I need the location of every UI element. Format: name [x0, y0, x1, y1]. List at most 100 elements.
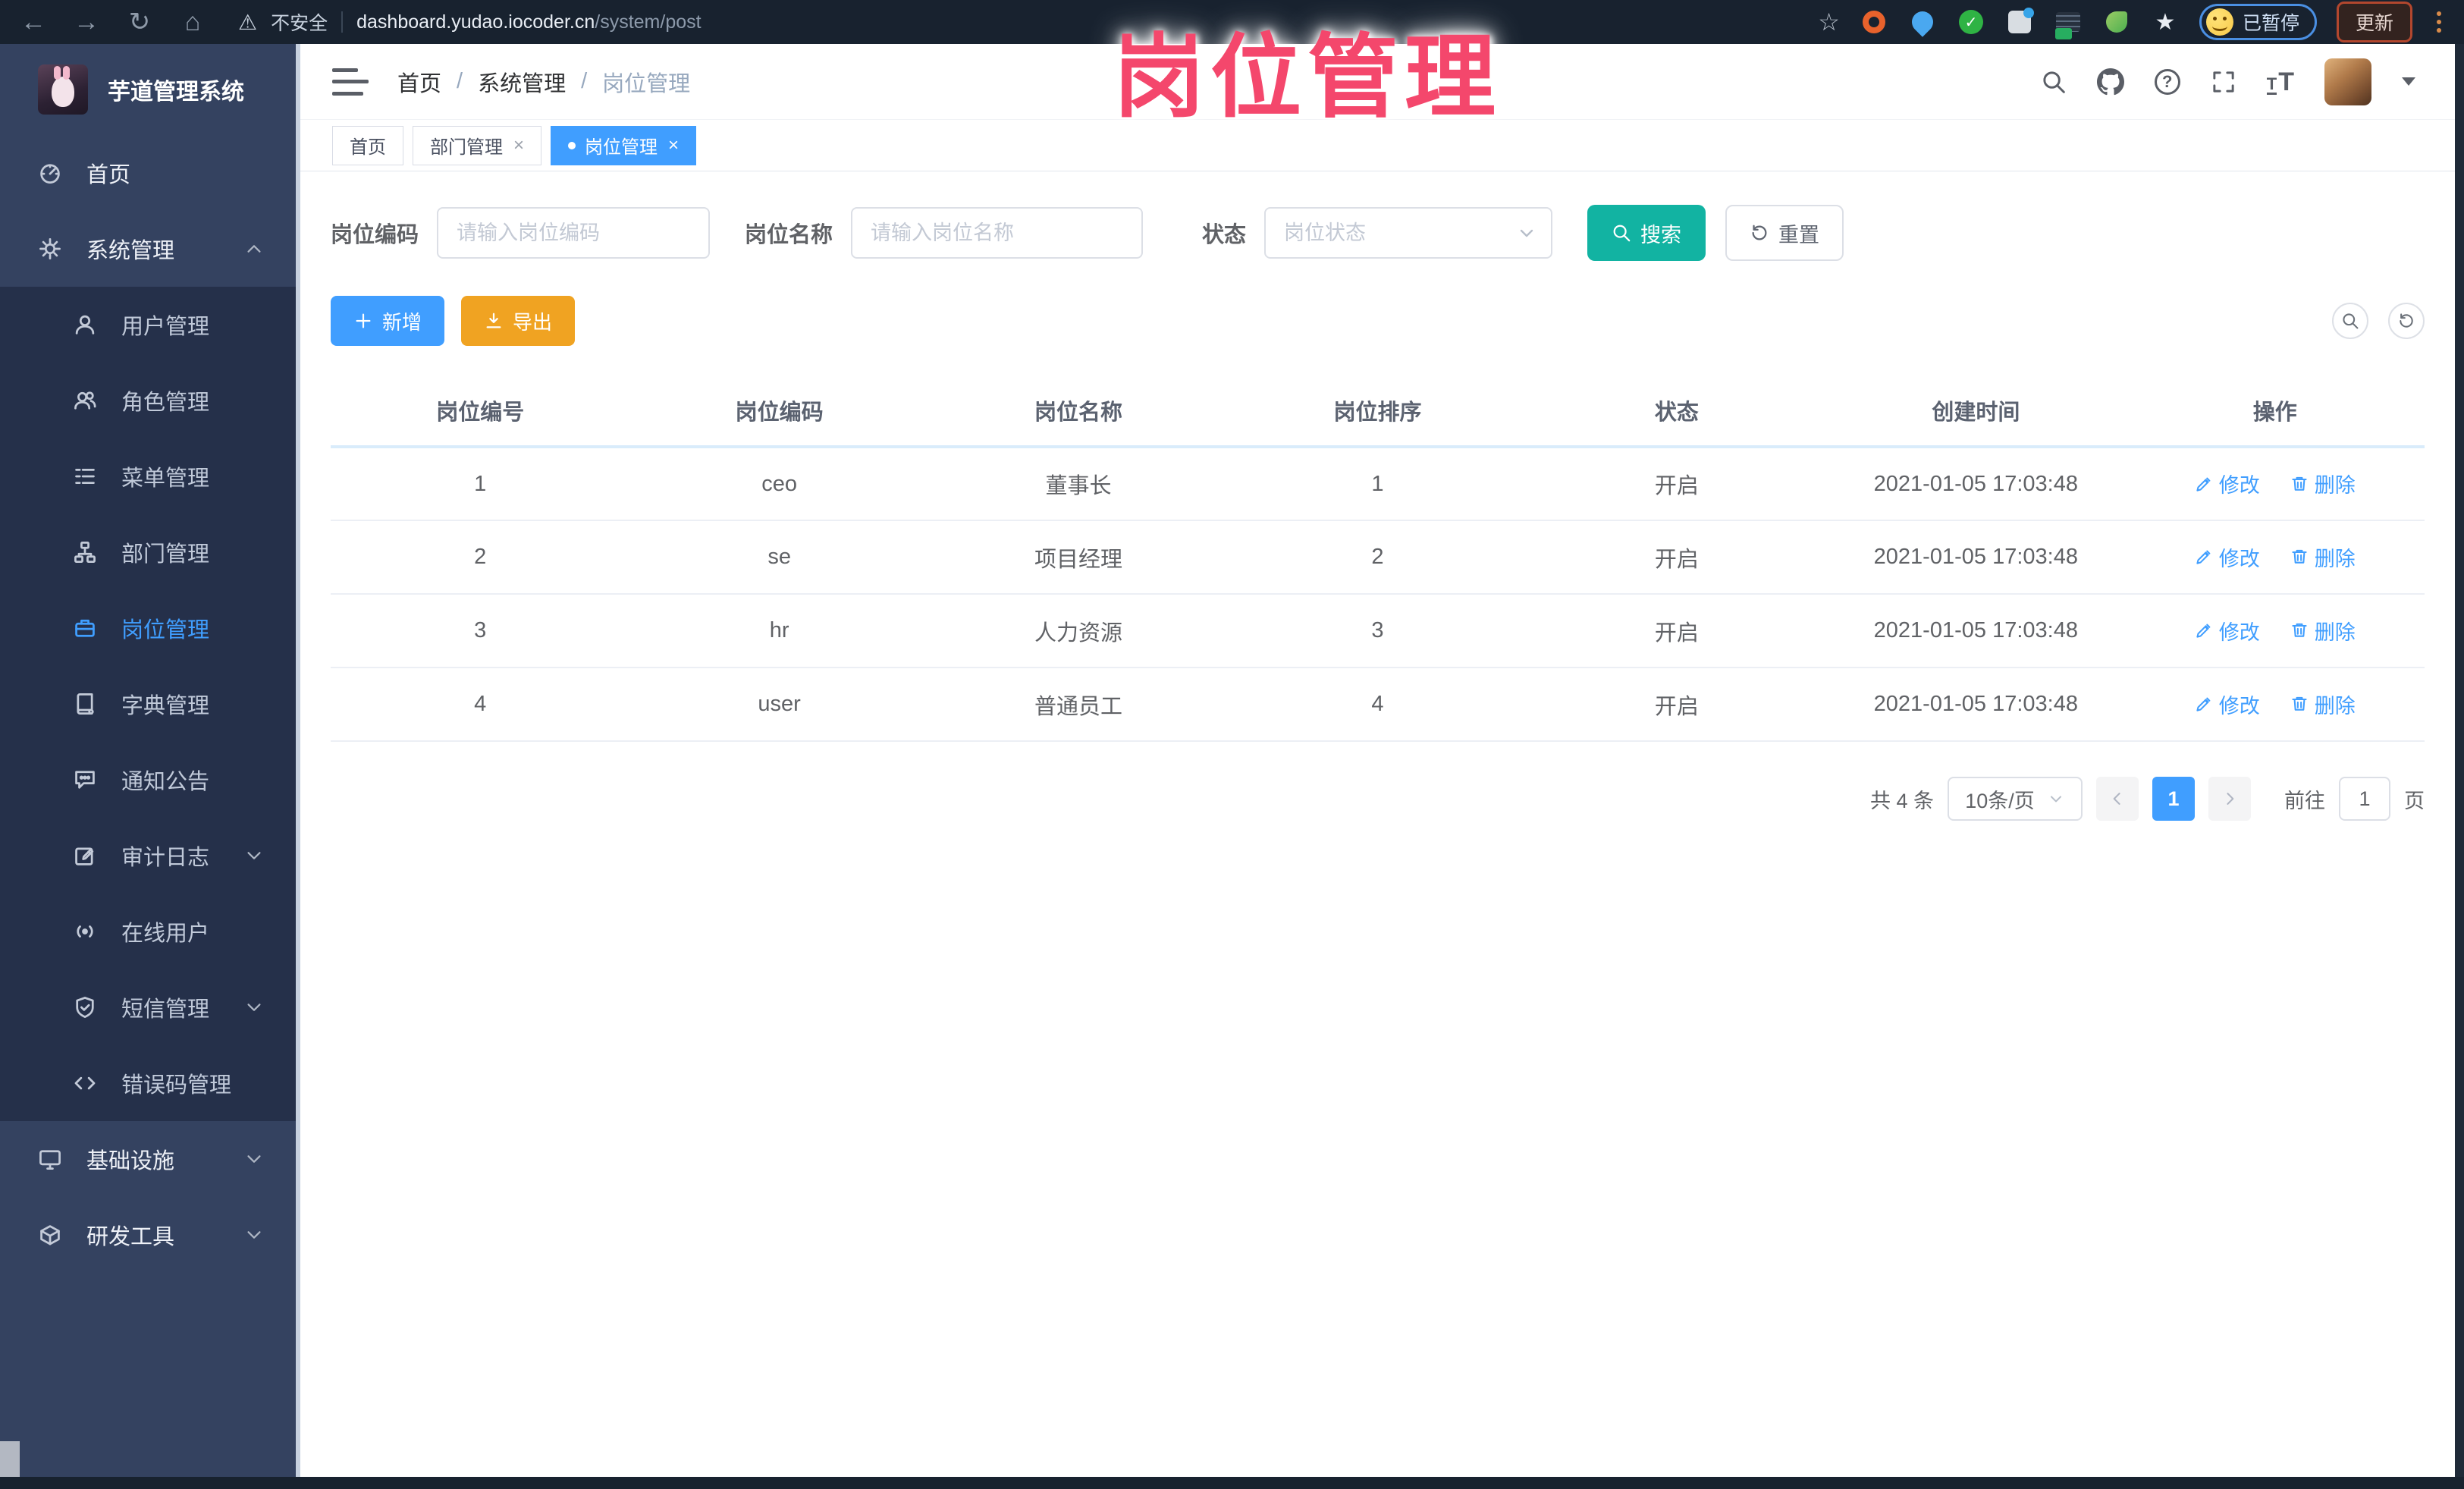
browser-back-button[interactable]: ←: [18, 0, 49, 44]
font-size-icon[interactable]: TT: [2266, 69, 2294, 95]
extension-icon-1[interactable]: [1860, 8, 1888, 36]
column-header: 岗位排序: [1228, 375, 1527, 448]
tab-home[interactable]: 首页: [332, 125, 403, 165]
export-button[interactable]: 导出: [461, 296, 576, 346]
refresh-button[interactable]: [2388, 303, 2425, 339]
sidebar-item-devtools[interactable]: 研发工具: [0, 1197, 296, 1273]
reset-button-label: 重置: [1778, 223, 1820, 247]
breadcrumb-home[interactable]: 首页: [397, 66, 441, 98]
edit-link[interactable]: 修改: [2195, 690, 2260, 719]
page-1-button[interactable]: 1: [2152, 777, 2195, 821]
delete-link[interactable]: 删除: [2290, 616, 2356, 646]
toggle-search-button[interactable]: [2332, 303, 2368, 339]
extension-icon-7[interactable]: ★: [2151, 8, 2180, 36]
cell-post-code: hr: [629, 594, 929, 668]
browser-home-button[interactable]: ⌂: [177, 0, 208, 44]
url-bar[interactable]: ⚠ 不安全 dashboard.yudao.iocoder.cn/system/…: [238, 8, 702, 36]
gauge-icon: [36, 161, 64, 185]
tab-close-icon[interactable]: ×: [668, 135, 679, 156]
browser-forward-button[interactable]: →: [71, 0, 102, 44]
sidebar-item-error-codes[interactable]: 错误码管理: [0, 1045, 296, 1121]
sidebar-item-users[interactable]: 用户管理: [0, 287, 296, 363]
browser-menu-icon[interactable]: [2432, 11, 2446, 33]
sidebar-item-home[interactable]: 首页: [0, 135, 296, 211]
edit-link-label: 修改: [2218, 547, 2260, 570]
sidebar-item-announcements[interactable]: 通知公告: [0, 742, 296, 818]
browser-update-button[interactable]: 更新: [2336, 2, 2412, 42]
app-title: 芋道管理系统: [108, 80, 244, 105]
sidebar-item-system[interactable]: 系统管理: [0, 211, 296, 287]
breadcrumb-system[interactable]: 系统管理: [478, 66, 566, 98]
edit-link[interactable]: 修改: [2195, 542, 2260, 572]
search-icon[interactable]: [2041, 69, 2067, 95]
sidebar-scrollbar[interactable]: [296, 44, 300, 1477]
extension-icon-6[interactable]: [2102, 8, 2131, 36]
edit-link[interactable]: 修改: [2195, 469, 2260, 498]
screen: ← → ↻ ⌂ ⚠ 不安全 dashboard.yudao.iocoder.cn…: [0, 0, 2464, 1489]
extension-icon-3[interactable]: ✓: [1957, 8, 1985, 36]
browser-reload-button[interactable]: ↻: [124, 0, 155, 44]
sidebar-item-sms[interactable]: 短信管理: [0, 969, 296, 1045]
url-path: /system/post: [595, 11, 702, 33]
delete-link-label: 删除: [2314, 547, 2356, 570]
search-button[interactable]: 搜索: [1587, 205, 1706, 261]
scrollbar-corner[interactable]: [0, 1441, 20, 1477]
page-size-select[interactable]: 10条/页: [1948, 777, 2083, 821]
bookmark-star-icon[interactable]: ☆: [1818, 8, 1840, 36]
extension-icon-5[interactable]: [2054, 8, 2083, 39]
delete-link-label: 删除: [2314, 694, 2356, 718]
goto-page-input[interactable]: [2339, 777, 2390, 821]
profile-paused-badge[interactable]: 已暂停: [2199, 4, 2317, 40]
help-icon[interactable]: ?: [2154, 68, 2180, 95]
sidebar-toggle-icon[interactable]: [332, 68, 369, 96]
tab-close-icon[interactable]: ×: [513, 135, 524, 156]
table-toolbar-right: [2332, 303, 2425, 339]
sms-shield-icon: [71, 995, 99, 1019]
sidebar-item-menus[interactable]: 菜单管理: [0, 438, 296, 514]
gear-icon: [36, 237, 64, 261]
window-bottom-edge: [0, 1477, 2464, 1489]
leaf-icon: [2105, 11, 2127, 33]
search-button-label: 搜索: [1640, 223, 1682, 247]
add-button[interactable]: 新增: [331, 296, 445, 346]
sidebar-item-label: 短信管理: [121, 997, 210, 1022]
edit-link[interactable]: 修改: [2195, 616, 2260, 646]
next-page-button[interactable]: [2208, 777, 2251, 821]
sidebar-item-online-users[interactable]: 在线用户: [0, 894, 296, 969]
post-code-input[interactable]: [437, 207, 711, 259]
status-select[interactable]: [1264, 207, 1553, 259]
edit-link-label: 修改: [2218, 694, 2260, 718]
reset-button[interactable]: 重置: [1725, 205, 1844, 261]
dictionary-icon: [71, 692, 99, 716]
url-text[interactable]: dashboard.yudao.iocoder.cn/system/post: [356, 11, 701, 33]
sidebar-item-roles[interactable]: 角色管理: [0, 363, 296, 438]
extension-icon-2[interactable]: [1907, 7, 1938, 37]
sidebar-item-departments[interactable]: 部门管理: [0, 514, 296, 590]
cell-actions: 修改 删除: [2125, 520, 2425, 595]
prev-page-button[interactable]: [2096, 777, 2139, 821]
chevron-down-icon: [244, 846, 264, 865]
avatar-caret-icon[interactable]: [2402, 77, 2415, 86]
delete-link[interactable]: 删除: [2290, 542, 2356, 572]
status-select-input[interactable]: [1264, 207, 1553, 259]
github-icon[interactable]: [2096, 68, 2124, 96]
delete-link[interactable]: 删除: [2290, 690, 2356, 719]
tab-posts[interactable]: 岗位管理 ×: [551, 125, 697, 165]
fullscreen-icon[interactable]: [2211, 69, 2236, 95]
sidebar-item-dictionary[interactable]: 字典管理: [0, 666, 296, 742]
grid-icon: [2007, 8, 2034, 33]
sidebar-item-infrastructure[interactable]: 基础设施: [0, 1121, 296, 1197]
delete-link[interactable]: 删除: [2290, 469, 2356, 498]
table-row: 4 user 普通员工 4 开启 2021-01-05 17:03:48 修改 …: [331, 668, 2425, 742]
tab-departments[interactable]: 部门管理 ×: [413, 125, 542, 165]
sidebar-item-label: 首页: [86, 163, 131, 187]
extension-icon-4[interactable]: [2005, 8, 2034, 36]
cell-post-id: 2: [331, 520, 630, 595]
check-icon: ✓: [1958, 10, 1983, 34]
user-avatar[interactable]: [2324, 58, 2371, 105]
star-icon: ★: [2155, 9, 2176, 35]
post-name-input[interactable]: [851, 207, 1144, 259]
sidebar-item-audit-log[interactable]: 审计日志: [0, 818, 296, 894]
goto-label: 前往: [2284, 789, 2325, 812]
sidebar-item-posts[interactable]: 岗位管理: [0, 590, 296, 666]
